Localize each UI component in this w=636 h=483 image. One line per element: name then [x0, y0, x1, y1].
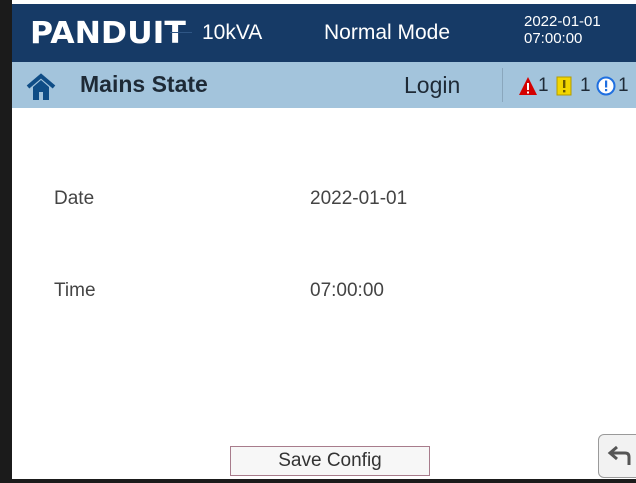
login-button[interactable]: Login — [404, 72, 460, 99]
left-bezel — [0, 0, 12, 483]
warning-triangle-icon — [519, 77, 537, 95]
save-config-button[interactable]: Save Config — [230, 446, 430, 476]
alarm-critical-count: 1 — [538, 75, 549, 96]
power-rating: 10kVA — [202, 21, 263, 44]
page-title: Mains State — [80, 71, 208, 97]
date-label: Date — [54, 188, 95, 209]
sub-header-bar: Mains State Login 1 1 1 — [12, 62, 636, 108]
header-date: 2022-01-01 — [524, 13, 601, 30]
subheader-divider — [502, 68, 503, 102]
hmi-screen: PANDUIT 10kVA Normal Mode 2022-01-01 07:… — [0, 0, 636, 483]
alarm-warning-count: 1 — [580, 75, 591, 96]
time-value[interactable]: 07:00:00 — [310, 280, 384, 302]
home-icon[interactable] — [26, 72, 56, 102]
header-time: 07:00:00 — [524, 30, 583, 47]
back-arrow-icon — [607, 445, 631, 465]
bottom-bezel — [12, 479, 636, 483]
header-divider — [170, 32, 192, 33]
operating-mode: Normal Mode — [324, 21, 451, 44]
alarm-info-count: 1 — [618, 75, 629, 96]
info-circle-icon — [596, 76, 616, 96]
header-datetime: 2022-01-01 07:00:00 — [524, 13, 601, 47]
time-label: Time — [54, 280, 96, 301]
brand-logo: PANDUIT — [30, 16, 186, 51]
exclamation-box-icon — [556, 76, 572, 96]
date-value[interactable]: 2022-01-01 — [310, 188, 407, 210]
top-header-bar: PANDUIT 10kVA Normal Mode 2022-01-01 07:… — [12, 4, 636, 62]
back-button[interactable] — [598, 434, 636, 478]
